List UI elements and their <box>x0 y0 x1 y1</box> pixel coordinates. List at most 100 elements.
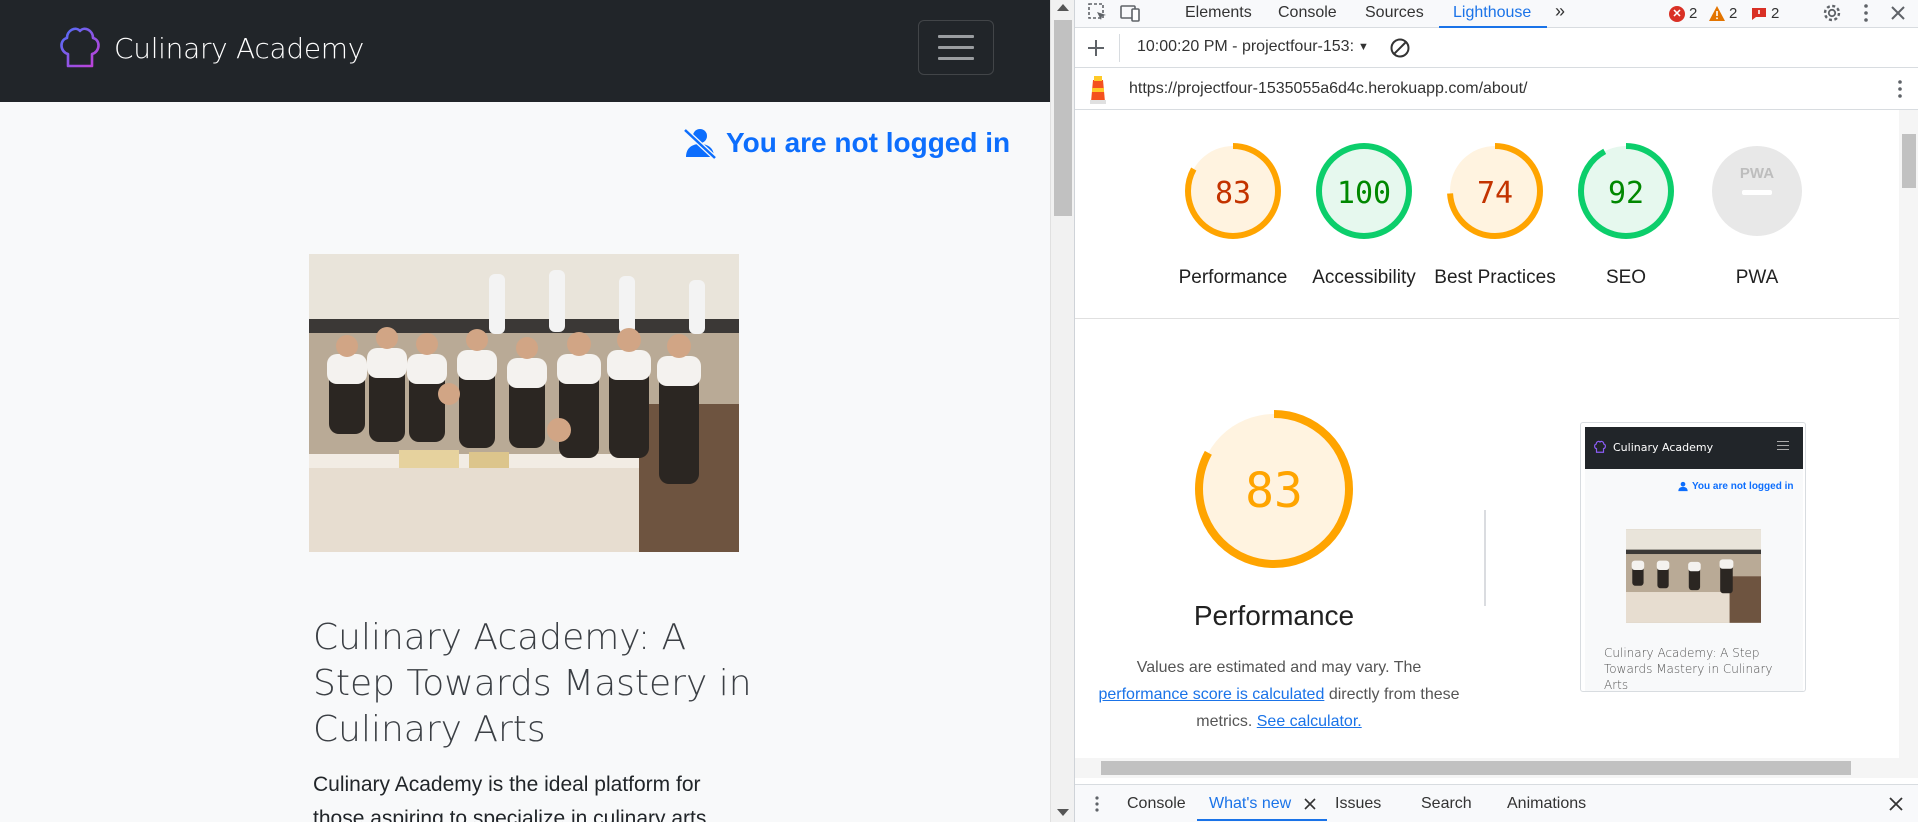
device-toolbar-icon[interactable] <box>1119 2 1141 24</box>
lighthouse-report: 83 Performance 100 Accessibility 74 Best… <box>1075 110 1899 758</box>
thumbnail-brand-name: Culinary Academy <box>1613 440 1714 454</box>
login-status[interactable]: You are not logged in <box>682 127 1010 159</box>
score-calculated-link[interactable]: performance score is calculated <box>1098 686 1324 703</box>
pwa-badge-icon: PWA <box>1712 146 1802 236</box>
gauge-performance[interactable]: 83 Performance <box>1178 136 1288 288</box>
site-scrollbar[interactable] <box>1050 0 1074 822</box>
performance-score-gauge[interactable]: 83 <box>1190 405 1358 573</box>
hamburger-line <box>938 46 974 49</box>
score-ring-accessibility: 100 <box>1316 143 1412 239</box>
thumbnail-title: Culinary Academy: A Step Towards Mastery… <box>1604 646 1773 692</box>
issues-count-badge[interactable]: 2 <box>1751 5 1779 22</box>
performance-description: Values are estimated and may vary. The p… <box>1085 654 1473 735</box>
thumbnail-image <box>1626 529 1761 623</box>
scrollbar-thumb[interactable] <box>1054 20 1072 216</box>
close-drawer-icon[interactable] <box>1887 795 1905 813</box>
error-count: 2 <box>1689 5 1698 22</box>
gauge-pwa[interactable]: PWA PWA <box>1702 136 1812 288</box>
tab-sources[interactable]: Sources <box>1365 4 1424 22</box>
gauge-accessibility[interactable]: 100 Accessibility <box>1309 136 1419 288</box>
report-horizontal-scrollbar[interactable] <box>1075 758 1918 778</box>
warning-count: 2 <box>1729 5 1738 22</box>
performance-title: Performance <box>1193 600 1355 631</box>
warning-count-badge[interactable]: 2 <box>1709 5 1737 22</box>
settings-gear-icon[interactable] <box>1821 2 1843 24</box>
drawer-active-indicator <box>1197 819 1327 821</box>
gauge-label: Performance <box>1178 267 1288 288</box>
gauge-label: PWA <box>1735 267 1779 288</box>
thumbnail-navbar: Culinary Academy <box>1585 427 1803 469</box>
scroll-down-arrow[interactable] <box>1057 809 1069 816</box>
report-selector[interactable]: 10:00:20 PM - projectfour-153: ▼ <box>1137 38 1369 56</box>
gauge-label: SEO <box>1605 267 1647 288</box>
chefs-group-photo <box>1626 529 1761 623</box>
report-vertical-scrollbar[interactable] <box>1899 110 1918 758</box>
about-title: Culinary Academy: A Step Towards Mastery… <box>313 617 752 750</box>
new-report-plus-icon[interactable] <box>1085 37 1107 59</box>
about-image <box>309 254 739 552</box>
gauge-label: Best Practices <box>1434 267 1556 288</box>
hamburger-line <box>938 35 974 38</box>
performance-score-value: 83 <box>1245 463 1303 519</box>
report-menu-icon[interactable] <box>1889 78 1911 100</box>
close-devtools-icon[interactable] <box>1887 2 1909 24</box>
scrollbar-thumb[interactable] <box>1101 761 1851 775</box>
navbar-toggler-button[interactable] <box>918 20 994 75</box>
user-slash-icon <box>1678 481 1688 492</box>
see-calculator-link[interactable]: See calculator. <box>1257 713 1362 730</box>
error-icon: ✕ <box>1669 5 1685 22</box>
chefs-group-photo <box>309 254 739 552</box>
lighthouse-toolbar: 10:00:20 PM - projectfour-153: ▼ <box>1075 28 1918 68</box>
more-tabs-icon[interactable]: » <box>1555 1 1565 22</box>
gauge-label: Accessibility <box>1312 267 1416 288</box>
scroll-up-arrow[interactable] <box>1057 4 1069 11</box>
chef-hat-icon <box>60 27 100 72</box>
drawer-tab-console[interactable]: Console <box>1127 795 1186 813</box>
score-ring-performance: 83 <box>1185 143 1281 239</box>
tab-lighthouse[interactable]: Lighthouse <box>1453 4 1531 22</box>
drawer-tab-search[interactable]: Search <box>1421 795 1472 813</box>
login-status-text: You are not logged in <box>726 127 1011 158</box>
issues-count: 2 <box>1771 5 1780 22</box>
drawer-tab-animations[interactable]: Animations <box>1507 795 1586 813</box>
score-value: 83 <box>1215 176 1251 211</box>
final-screenshot-thumbnail[interactable]: Culinary Academy You are not logged in C… <box>1580 422 1806 692</box>
score-ring-best-practices: 74 <box>1447 143 1543 239</box>
drawer-menu-icon[interactable] <box>1087 794 1107 814</box>
site-brand[interactable]: Culinary Academy <box>58 24 364 72</box>
thumbnail-login-status: You are not logged in <box>1677 481 1793 492</box>
more-options-icon[interactable] <box>1855 2 1877 24</box>
scrollbar-thumb[interactable] <box>1902 134 1916 188</box>
site-navbar: Culinary Academy <box>0 0 1050 102</box>
lighthouse-logo-icon <box>1090 76 1106 104</box>
report-url[interactable]: https://projectfour-1535055a6d4c.herokua… <box>1129 80 1528 98</box>
drawer-tab-issues[interactable]: Issues <box>1335 795 1381 813</box>
drawer-tab-whats-new[interactable]: What's new <box>1209 795 1291 813</box>
gauge-best-practices[interactable]: 74 Best Practices <box>1434 136 1556 288</box>
website-viewport: Culinary Academy You are not logged in C… <box>0 0 1050 822</box>
devtools-drawer: Console What's new Issues Search Animati… <box>1075 784 1918 822</box>
tab-elements[interactable]: Elements <box>1185 4 1252 22</box>
issue-flag-icon <box>1752 7 1766 20</box>
score-value: 100 <box>1337 176 1391 211</box>
score-value: 92 <box>1608 176 1644 211</box>
gauge-seo[interactable]: 92 SEO <box>1571 136 1681 288</box>
dropdown-caret-icon: ▼ <box>1358 41 1369 53</box>
site-brand-name: Culinary Academy <box>114 31 365 65</box>
thumbnail-toggler <box>1777 441 1789 450</box>
section-divider <box>1075 318 1899 319</box>
toolbar-divider <box>1119 34 1120 62</box>
hamburger-line <box>938 57 974 60</box>
devtools-tab-bar: Elements Console Sources Lighthouse » ✕ … <box>1075 0 1918 28</box>
inspect-element-icon[interactable] <box>1087 2 1109 24</box>
chef-hat-icon <box>1594 440 1606 453</box>
user-slash-icon <box>683 128 717 159</box>
close-tab-icon[interactable] <box>1302 796 1318 812</box>
score-ring-seo: 92 <box>1578 143 1674 239</box>
desc-text: Values are estimated and may vary. The <box>1136 659 1422 676</box>
error-count-badge[interactable]: ✕ 2 <box>1669 5 1697 22</box>
thumbnail-body: You are not logged in Culinary Academy: … <box>1585 469 1803 692</box>
warning-icon <box>1709 6 1725 21</box>
tab-console[interactable]: Console <box>1278 4 1337 22</box>
clear-all-icon[interactable] <box>1389 37 1411 59</box>
